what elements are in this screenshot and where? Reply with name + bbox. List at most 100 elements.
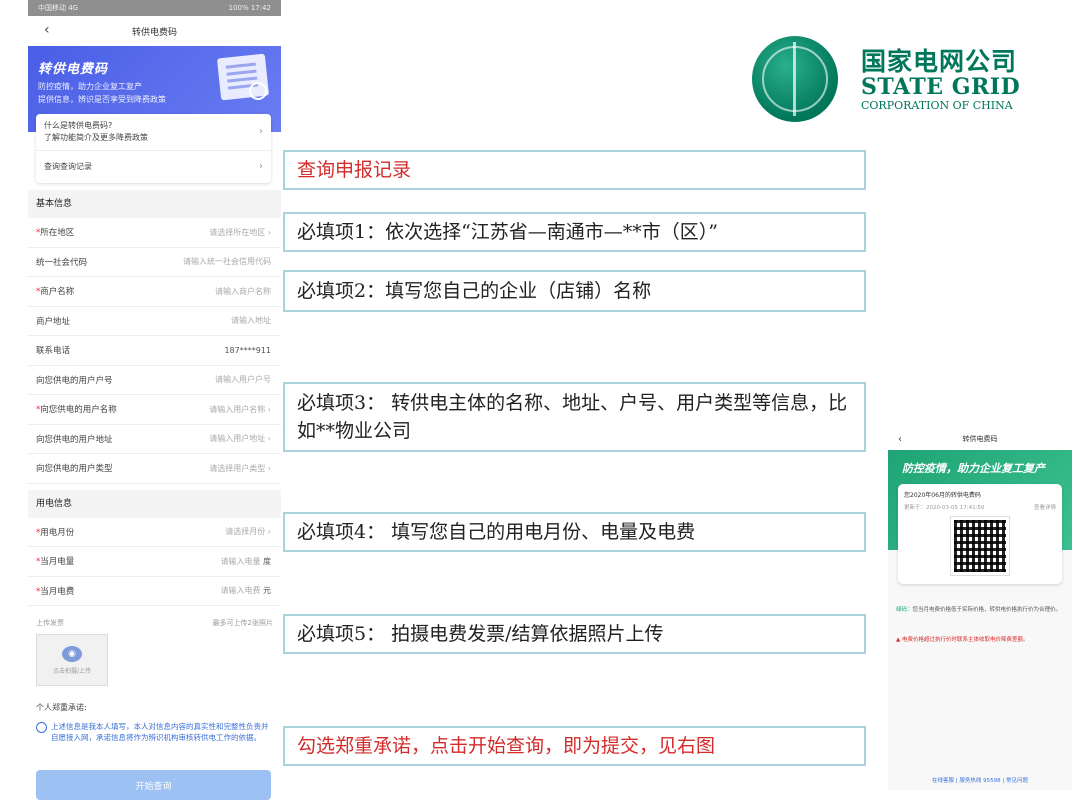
form-row-fee[interactable]: *当月电费 请输入电费 元 (28, 576, 281, 606)
query-records-label: 查询查询记录 (44, 162, 92, 171)
nav-title: 转供电费码 (131, 27, 177, 38)
note-query-records: 查询申报记录 (283, 150, 866, 190)
card-detail-link[interactable]: 查看详情 (1034, 503, 1056, 511)
info-line-1: 什么是转供电费码? (44, 121, 113, 130)
chevron-right-icon: › (267, 404, 271, 414)
chevron-right-icon: › (267, 227, 271, 237)
chevron-right-icon: › (267, 527, 271, 537)
promise-title: 个人郑重承诺: (36, 703, 87, 712)
form-row-region[interactable]: *所在地区 请选择所在地区 › (28, 218, 281, 248)
field-label: 联系电话 (36, 346, 71, 357)
banner-title: 防控疫情，助力企业复工复产 (902, 462, 1045, 475)
unit-label: 度 (263, 556, 271, 566)
field-label: 向您供电的用户户号 (36, 375, 113, 386)
camera-icon: ◉ (62, 645, 82, 662)
field-label: 所在地区 (40, 228, 75, 239)
field-placeholder: 请选择月份 (225, 527, 266, 537)
card-title: 您2020年06月的转供电费码 (904, 492, 981, 499)
promise-section: 个人郑重承诺: 上述信息是我本人填写，本人对信息内容的真实性和完整性负责并自愿接… (28, 696, 281, 749)
status-bar: 中国移动 4G 100% 17:42 (28, 0, 281, 16)
what-is-code-link[interactable]: 什么是转供电费码? 了解功能简介及更多降费政策 › (36, 114, 271, 151)
field-label: 当月电费 (40, 586, 75, 597)
basic-info-section: 基本信息 *所在地区 请选择所在地区 › 统一社会代码 请输入统一社会信用代码 … (28, 190, 281, 749)
back-icon[interactable]: ‹ (898, 434, 902, 445)
note-required-3: 必填项3： 转供电主体的名称、地址、户号、用户类型等信息，比如**物业公司 (283, 382, 866, 452)
card-updated-time: 更新于：2020-03-05 17:41:50 (904, 505, 985, 511)
field-placeholder: 请输入统一社会信用代码 (183, 257, 271, 267)
form-row-supplier-address[interactable]: 向您供电的用户地址 请输入用户地址 › (28, 424, 281, 454)
note-required-4: 必填项4： 填写您自己的用电月份、电量及电费 (283, 512, 866, 552)
note-required-2: 必填项2：填写您自己的企业（店铺）名称 (283, 270, 866, 312)
field-placeholder: 请输入地址 (231, 316, 271, 326)
warning-text: ▲ 电费价格超过执行价时联系主体收取电价降费差额。 (896, 636, 1064, 645)
field-value: 187****911 (224, 345, 271, 355)
form-row-supplier-account[interactable]: 向您供电的用户户号 请输入用户户号 (28, 365, 281, 395)
logo-text-en: STATE GRID (861, 74, 1021, 100)
chevron-right-icon: › (259, 161, 263, 172)
field-label: 向您供电的用户地址 (36, 434, 113, 445)
note-submit: 勾选郑重承诺，点击开始查询，即为提交，见右图 (283, 726, 866, 766)
nav-title: 转供电费码 (962, 435, 998, 443)
note-required-1: 必填项1：依次选择“江苏省—南通市—**市（区）” (283, 212, 866, 252)
state-grid-globe-logo-icon (752, 36, 838, 122)
field-label: 向您供电的用户名称 (40, 405, 117, 416)
magnifier-icon (249, 82, 267, 100)
upload-photo-button[interactable]: ◉ 点击拍摄/上传 (36, 634, 108, 686)
promise-radio[interactable] (36, 722, 47, 733)
field-placeholder: 请输入电量 (220, 556, 261, 566)
chevron-right-icon: › (267, 434, 271, 444)
field-label: 商户地址 (36, 316, 71, 327)
status-carrier: 中国移动 4G (38, 4, 79, 12)
tip-text: 您当月电费价格低于实际价格，转供电价格执行价为合理价。 (912, 607, 1062, 613)
promise-text: 上述信息是我本人填写，本人对信息内容的真实性和完整性负责并自愿接入网，承诺信息将… (51, 722, 269, 742)
form-row-energy[interactable]: *当月电量 请输入电量 度 (28, 547, 281, 577)
field-placeholder: 请选择所在地区 (209, 227, 266, 237)
nav-bar: ‹ 转供电费码 (28, 16, 281, 46)
field-label: 向您供电的用户类型 (36, 464, 113, 475)
field-placeholder: 请输入电费 (220, 586, 261, 596)
unit-label: 元 (263, 586, 271, 596)
field-placeholder: 请输入商户名称 (215, 286, 271, 296)
field-placeholder: 请输入用户地址 (209, 434, 266, 444)
form-row-merchant-name[interactable]: *商户名称 请输入商户名称 (28, 277, 281, 307)
form-row-supplier-type[interactable]: 向您供电的用户类型 请选择用户类型 › (28, 454, 281, 484)
code-card: 您2020年06月的转供电费码 更新于：2020-03-05 17:41:50 … (898, 484, 1062, 584)
tip-label: 绿码： (896, 607, 913, 613)
field-label: 当月电量 (40, 557, 75, 568)
form-row-phone[interactable]: 联系电话 187****911 (28, 336, 281, 366)
field-placeholder: 请选择用户类型 (209, 463, 266, 473)
logo-text-en-sub: CORPORATION OF CHINA (861, 99, 1013, 112)
footer-links[interactable]: 在线客服 | 服务热线 95598 | 常见问题 (888, 776, 1072, 784)
field-label: 统一社会代码 (36, 257, 88, 268)
back-icon[interactable]: ‹ (44, 22, 50, 38)
chevron-right-icon: › (259, 126, 263, 137)
nav-bar: ‹ 转供电费码 (888, 428, 1072, 450)
upload-label: 上传发票 (36, 619, 64, 627)
warning-label: 电费价格超过执行价时联系主体收取电价降费差额。 (901, 637, 1029, 643)
note-required-5: 必填项5： 拍摄电费发票/结算依据照片上传 (283, 614, 866, 654)
upload-section: 上传发票 最多可上传2张照片 ◉ 点击拍摄/上传 (28, 612, 281, 692)
form-row-merchant-address[interactable]: 商户地址 请输入地址 (28, 306, 281, 336)
query-records-link[interactable]: 查询查询记录 › (36, 151, 271, 183)
field-label: 商户名称 (40, 287, 75, 298)
logo-text-cn: 国家电网公司 (861, 47, 1018, 76)
field-placeholder: 请输入用户户号 (215, 375, 271, 385)
start-query-button[interactable]: 开始查询 (36, 770, 271, 800)
qr-code-icon (950, 516, 1010, 576)
chevron-right-icon: › (267, 463, 271, 473)
upload-hint: 最多可上传2张照片 (212, 619, 273, 627)
info-line-2: 了解功能简介及更多降费政策 (44, 133, 148, 142)
section-title: 基本信息 (28, 190, 281, 218)
green-code-tip: 绿码：您当月电费价格低于实际价格，转供电价格执行价为合理价。 (896, 606, 1064, 615)
form-row-supplier-name[interactable]: *向您供电的用户名称 请输入用户名称 › (28, 395, 281, 425)
upload-box-label: 点击拍摄/上传 (52, 667, 92, 675)
form-row-month[interactable]: *用电月份 请选择月份 › (28, 517, 281, 547)
status-battery-time: 100% 17:42 (228, 4, 271, 12)
result-phone-screenshot: ‹ 转供电费码 防控疫情，助力企业复工复产 您2020年06月的转供电费码 更新… (888, 428, 1072, 790)
form-phone-screenshot: 中国移动 4G 100% 17:42 ‹ 转供电费码 转供电费码 防控疫情，助力… (28, 0, 281, 810)
field-placeholder: 请输入用户名称 (209, 404, 266, 414)
section-title: 用电信息 (28, 489, 281, 518)
form-row-credit-code[interactable]: 统一社会代码 请输入统一社会信用代码 (28, 247, 281, 277)
field-label: 用电月份 (40, 527, 75, 538)
info-card: 什么是转供电费码? 了解功能简介及更多降费政策 › 查询查询记录 › (36, 114, 271, 183)
